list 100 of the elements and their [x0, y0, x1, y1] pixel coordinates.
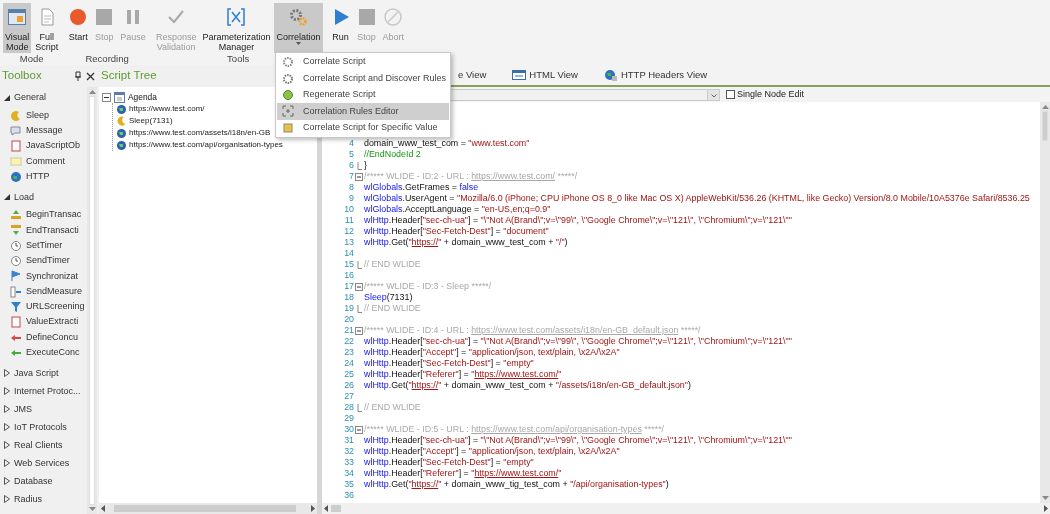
- toolbox-group[interactable]: Radius: [0, 490, 87, 509]
- code-line: wlHttp.Header["Sec-Fetch-Dest"] = "empty": [364, 358, 534, 369]
- scroll-left-icon: [324, 505, 328, 512]
- code-line: wlHttp.Header["Sec-Fetch-Dest"] = "document": [364, 226, 549, 237]
- arrow-bar-icon: [10, 224, 22, 237]
- horizontal-scrollbar[interactable]: [322, 503, 1050, 514]
- toolbox-item[interactable]: SendMeasure: [0, 283, 87, 300]
- line-number: 7: [348, 171, 354, 182]
- toolbox-item[interactable]: DefineConcu: [0, 329, 87, 346]
- fold-toggle-icon[interactable]: [355, 172, 363, 181]
- bracket-x-icon: [226, 7, 247, 27]
- toolbox-item[interactable]: EndTransacti: [0, 222, 87, 239]
- code-line: // END WLIDE: [364, 402, 421, 413]
- toolbox-group[interactable]: Load: [0, 188, 87, 207]
- line-number: 26: [343, 380, 354, 391]
- line-number: 17: [343, 281, 354, 292]
- stop-icon: [356, 7, 377, 27]
- toolbar-button[interactable]: Run: [328, 3, 353, 53]
- code-line: /***** WLIDE - ID:5 - URL : https://www.test.com/api/organisation-types *****/: [364, 424, 665, 435]
- toolbox-item[interactable]: ExecuteConc: [0, 345, 87, 361]
- speech-bubble-icon: [10, 124, 22, 137]
- globe-icon: [116, 139, 127, 151]
- globe-icon: [116, 103, 127, 115]
- group-label: Mode: [19, 53, 44, 64]
- window-icon: [7, 7, 28, 27]
- toolbox-group[interactable]: General: [0, 89, 87, 107]
- toolbox-group[interactable]: Real Clients: [0, 436, 87, 455]
- line-number: 8: [348, 182, 354, 193]
- vertical-scrollbar[interactable]: [87, 87, 97, 514]
- toolbox-item[interactable]: ValueExtracti: [0, 314, 87, 330]
- toolbox-item[interactable]: Comment: [0, 153, 87, 170]
- flag-icon: [10, 270, 22, 283]
- single-node-edit-checkbox[interactable]: Single Node Edit: [726, 87, 805, 102]
- collapse-icon[interactable]: [102, 92, 111, 102]
- code-line: domain_www_test_com = "www.test.com": [364, 138, 530, 149]
- document-icon: [10, 140, 22, 153]
- toolbox-group[interactable]: Internet Protoc...: [0, 382, 87, 401]
- close-icon[interactable]: [86, 71, 95, 81]
- line-number: 30: [343, 424, 354, 435]
- document-icon: [10, 316, 22, 329]
- globe-icon: [10, 170, 22, 183]
- no-entry-icon: [383, 7, 404, 27]
- panel-title: Script Tree: [101, 68, 157, 84]
- toolbar-button[interactable]: Parameterization Manager: [200, 3, 273, 53]
- fold-toggle-icon[interactable]: [355, 326, 363, 335]
- toolbox-item[interactable]: BeginTransac: [0, 207, 87, 223]
- line-number: 24: [343, 358, 354, 369]
- code-line: Sleep(7131): [364, 292, 413, 303]
- menu-item[interactable]: Regenerate Script: [277, 86, 449, 104]
- line-number: 22: [343, 336, 354, 347]
- toolbox-item[interactable]: URLScreening: [0, 299, 87, 315]
- toolbox-group[interactable]: IoT Protocols: [0, 418, 87, 437]
- toolbar-button[interactable]: Start: [66, 3, 91, 53]
- vertical-scrollbar[interactable]: [1040, 102, 1050, 503]
- group-label: Recording: [85, 53, 129, 64]
- line-number: 20: [343, 314, 354, 325]
- toolbox-group[interactable]: JMS: [0, 400, 87, 419]
- funnel-icon: [10, 300, 22, 313]
- line-number: 34: [343, 468, 354, 479]
- code-line: // END WLIDE: [364, 259, 421, 270]
- code-line: wlHttp.Header["Accept"] = "application/json, text/plain, \x2A/\x2A": [364, 347, 620, 358]
- line-number: 9: [348, 193, 354, 204]
- tree-node[interactable]: https://www.test.com/api/organisation-types: [113, 139, 314, 151]
- code-line: wlHttp.Header["sec-ch-ua"] = "\"Not A(Brand\";v=\"99\", \"Google Chrome\";v=\"121\", \"Chromium\";v=\"121\"": [364, 336, 792, 347]
- tab[interactable]: HTTP Headers View: [603, 67, 708, 83]
- toolbox-item[interactable]: JavaScriptOb: [0, 138, 87, 154]
- fold-toggle-icon[interactable]: [355, 282, 363, 291]
- line-number: 18: [343, 292, 354, 303]
- line-number: 27: [343, 391, 354, 402]
- toolbox-item[interactable]: Sleep: [0, 108, 87, 124]
- code-line: /***** WLIDE - ID:4 - URL : https://www.test.com/assets/i18n/en-GB_default.json *****/: [364, 325, 701, 336]
- clock-icon: [10, 255, 22, 267]
- tab[interactable]: e View: [458, 67, 487, 83]
- toolbox-item[interactable]: Synchronizat: [0, 268, 87, 284]
- horizontal-scrollbar[interactable]: [99, 503, 317, 514]
- menu-item[interactable]: Correlation Rules Editor: [277, 103, 449, 120]
- toolbox-group[interactable]: Java Script: [0, 364, 87, 383]
- scroll-down-icon: [88, 507, 96, 511]
- toolbox-group[interactable]: Database: [0, 472, 87, 491]
- fold-toggle-icon[interactable]: [355, 425, 363, 434]
- scroll-down-icon: [1041, 496, 1049, 500]
- tab[interactable]: HTML View: [512, 67, 578, 83]
- toolbox-group[interactable]: Web Services: [0, 454, 87, 473]
- toolbox-item[interactable]: Message: [0, 123, 87, 139]
- toolbox-item[interactable]: HTTP: [0, 169, 87, 185]
- menu-item[interactable]: Correlate Script: [277, 54, 449, 71]
- code-line: wlHttp.Header["Referer"] = "https://www.test.com/": [364, 369, 562, 380]
- menu-item[interactable]: Correlate Script and Discover Rules: [277, 70, 449, 87]
- toolbox-item[interactable]: SetTimer: [0, 238, 87, 254]
- code-line: wlHttp.Header["Accept"] = "application/json, text/plain, \x2A/\x2A": [364, 446, 620, 457]
- toolbox-item[interactable]: SendTimer: [0, 253, 87, 269]
- toolbar-button[interactable]: Visual Mode: [3, 3, 32, 53]
- code-line: //EndNodeId 2: [364, 149, 421, 160]
- menu-item[interactable]: Correlate Script for Specific Value: [277, 119, 449, 136]
- pin-icon[interactable]: [74, 71, 82, 81]
- group-label: Tools: [227, 53, 250, 64]
- code-line: wlHttp.Get("https://" + domain_www_tig_test_com + "/api/organisation-types"): [364, 479, 669, 490]
- toolbar-button[interactable]: Correlation: [274, 3, 323, 53]
- toolbar-button[interactable]: Full Script: [33, 3, 61, 53]
- code-line: wlGlobals.GetFrames = false: [364, 182, 479, 193]
